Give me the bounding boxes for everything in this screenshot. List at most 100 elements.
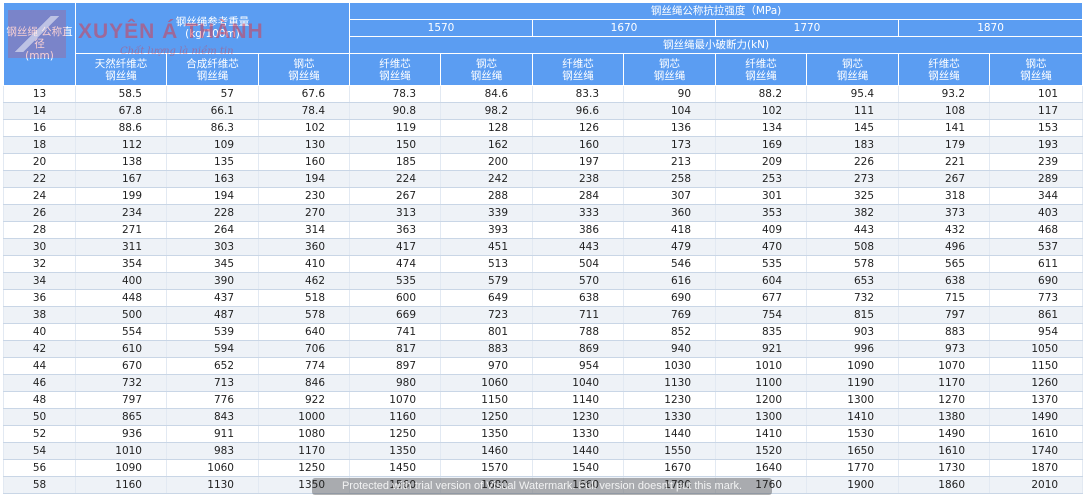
value-cell: 1440: [532, 442, 625, 460]
value-cell: 1300: [715, 408, 808, 426]
value-cell: 153: [989, 119, 1084, 137]
value-cell: 410: [257, 255, 351, 273]
table-row: 44 670 652 774 897 970 954 1030 1010 1090 1070 1150: [3, 357, 1084, 375]
value-cell: 345: [166, 255, 259, 273]
value-cell: 1560: [349, 476, 442, 494]
diameter-cell: 26: [3, 204, 76, 222]
value-cell: 138: [75, 153, 167, 171]
value-cell: 58.5: [75, 85, 167, 103]
grade-1770-header: 1770: [715, 19, 900, 37]
value-cell: 185: [349, 153, 442, 171]
value-cell: 409: [715, 221, 808, 239]
diameter-cell: 34: [3, 272, 76, 290]
value-cell: 1440: [623, 425, 717, 443]
value-cell: 1670: [623, 459, 717, 477]
value-cell: 78.3: [349, 85, 442, 103]
value-cell: 835: [715, 323, 808, 341]
value-cell: 1150: [989, 357, 1084, 375]
value-cell: 1050: [989, 340, 1084, 358]
value-cell: 1790: [623, 476, 717, 494]
value-cell: 273: [806, 170, 900, 188]
value-cell: 354: [75, 255, 167, 273]
table-body: 13 58.5 57 67.6 78.3 84.6 83.3 90 88.2 95.4 93.2 10…: [3, 85, 1084, 494]
value-cell: 640: [257, 323, 351, 341]
value-cell: 95.4: [806, 85, 900, 103]
value-cell: 677: [715, 289, 808, 307]
value-cell: 973: [898, 340, 991, 358]
value-cell: 1160: [75, 476, 167, 494]
value-cell: 111: [806, 102, 900, 120]
value-cell: 690: [623, 289, 717, 307]
value-cell: 90.8: [349, 102, 442, 120]
value-cell: 468: [989, 221, 1084, 239]
value-cell: 101: [989, 85, 1084, 103]
value-cell: 1540: [532, 459, 625, 477]
value-cell: 134: [715, 119, 808, 137]
value-cell: 83.3: [532, 85, 625, 103]
value-cell: 897: [349, 357, 442, 375]
value-cell: 1380: [898, 408, 991, 426]
diameter-cell: 46: [3, 374, 76, 392]
diameter-cell: 44: [3, 357, 76, 375]
value-cell: 1370: [989, 391, 1084, 409]
value-cell: 363: [349, 221, 442, 239]
table-row: 50 865 843 1000 1160 1250 1230 1330 1300 1410 1380…: [3, 408, 1084, 426]
value-cell: 1860: [898, 476, 991, 494]
value-cell: 1250: [257, 459, 351, 477]
value-cell: 1660: [532, 476, 625, 494]
value-cell: 1610: [989, 425, 1084, 443]
diameter-cell: 13: [3, 85, 76, 103]
diameter-header: 钢丝绳 公称直径 (mm): [3, 2, 76, 86]
diameter-cell: 38: [3, 306, 76, 324]
value-cell: 462: [257, 272, 351, 290]
value-cell: 119: [349, 119, 442, 137]
value-cell: 242: [440, 170, 534, 188]
value-cell: 883: [898, 323, 991, 341]
value-cell: 1410: [715, 425, 808, 443]
value-cell: 443: [806, 221, 900, 239]
value-cell: 1300: [806, 391, 900, 409]
value-cell: 169: [715, 136, 808, 154]
value-cell: 604: [715, 272, 808, 290]
value-cell: 1350: [349, 442, 442, 460]
value-cell: 1000: [257, 408, 351, 426]
value-cell: 1730: [898, 459, 991, 477]
diameter-cell: 32: [3, 255, 76, 273]
value-cell: 1150: [440, 391, 534, 409]
value-cell: 815: [806, 306, 900, 324]
table-row: 32 354 345 410 474 513 504 546 535 578 565 611: [3, 255, 1084, 273]
diameter-cell: 40: [3, 323, 76, 341]
value-cell: 554: [75, 323, 167, 341]
value-cell: 193: [989, 136, 1084, 154]
diameter-cell: 14: [3, 102, 76, 120]
value-cell: 221: [898, 153, 991, 171]
value-cell: 616: [623, 272, 717, 290]
table-row: 14 67.8 66.1 78.4 90.8 98.2 96.6 104 102 111 108 11…: [3, 102, 1084, 120]
value-cell: 194: [166, 187, 259, 205]
strength-header: 钢丝绳公称抗拉强度（MPa): [349, 2, 1084, 20]
value-cell: 1870: [989, 459, 1084, 477]
diameter-cell: 20: [3, 153, 76, 171]
value-cell: 983: [166, 442, 259, 460]
diameter-cell: 54: [3, 442, 76, 460]
value-cell: 1900: [806, 476, 900, 494]
value-cell: 267: [349, 187, 442, 205]
value-cell: 135: [166, 153, 259, 171]
value-cell: 173: [623, 136, 717, 154]
value-cell: 653: [806, 272, 900, 290]
weight-header-unit: (kg/100m): [185, 28, 240, 40]
steel-core-weight-header: 钢芯 钢丝绳: [257, 53, 351, 86]
value-cell: 382: [806, 204, 900, 222]
diameter-cell: 48: [3, 391, 76, 409]
value-cell: 102: [715, 102, 808, 120]
value-cell: 903: [806, 323, 900, 341]
natural-fiber-core-header: 天然纤维芯 钢丝绳: [75, 53, 167, 86]
diameter-cell: 22: [3, 170, 76, 188]
table-row: 40 554 539 640 741 801 788 852 835 903 883 954: [3, 323, 1084, 341]
diameter-cell: 18: [3, 136, 76, 154]
table-row: 58 1160 1130 1350 1560 1680 1660 1790 1760 1900 18…: [3, 476, 1084, 494]
value-cell: 226: [806, 153, 900, 171]
diameter-cell: 36: [3, 289, 76, 307]
diameter-cell: 24: [3, 187, 76, 205]
value-cell: 267: [898, 170, 991, 188]
